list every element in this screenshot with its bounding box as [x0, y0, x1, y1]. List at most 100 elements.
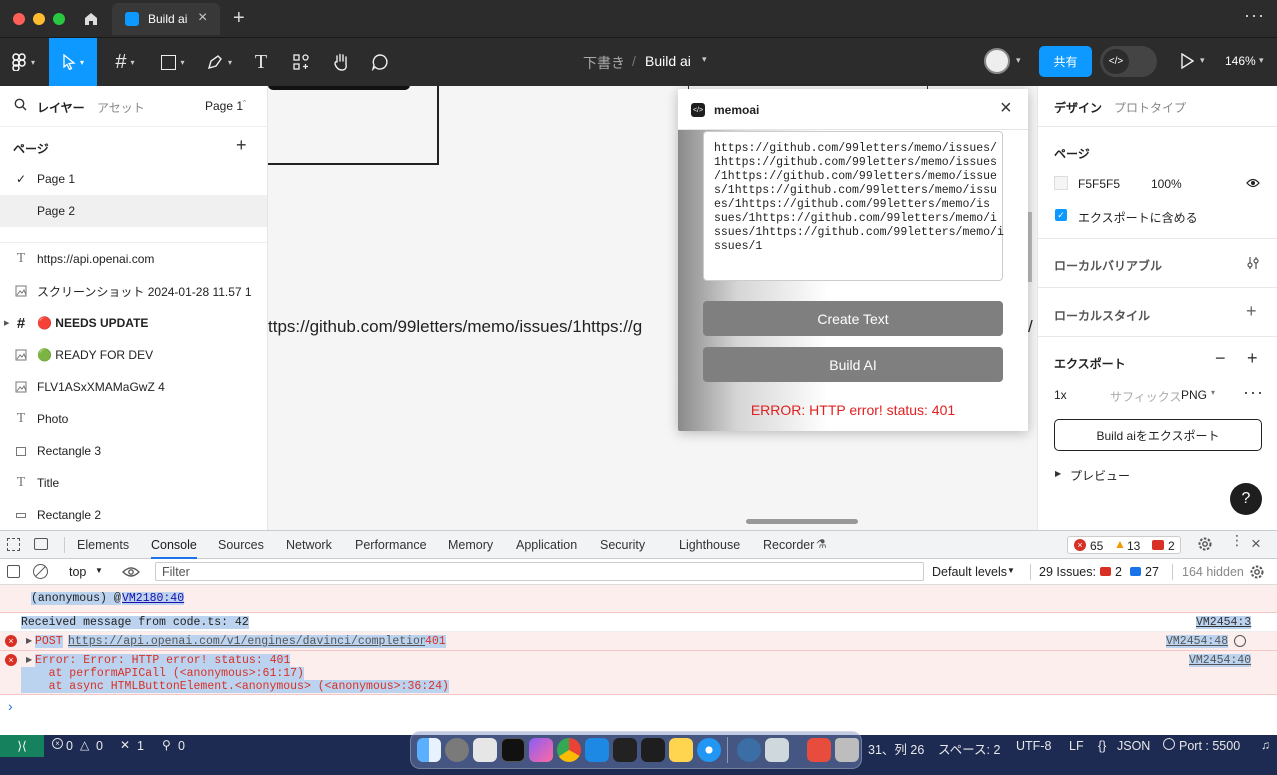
devtools-tab-security[interactable]: Security — [600, 531, 645, 559]
horizontal-scrollbar[interactable] — [746, 519, 858, 524]
expand-caret-icon[interactable]: ▶ — [26, 636, 32, 645]
local-variables-title[interactable]: ローカルバリアブル — [1054, 257, 1162, 274]
export-suffix-input[interactable]: サフィックス — [1110, 388, 1181, 405]
ports-count[interactable]: 0 — [178, 739, 185, 753]
layer-item[interactable]: T Title — [0, 467, 267, 499]
live-expression-eye-icon[interactable] — [122, 567, 140, 577]
page-opacity-value[interactable]: 100% — [1151, 177, 1182, 191]
new-tab-icon[interactable]: + — [233, 7, 245, 30]
line-ending[interactable]: LF — [1069, 739, 1084, 753]
sidebar-toggle-icon[interactable] — [7, 565, 20, 578]
devtools-tab-lighthouse[interactable]: Lighthouse — [679, 531, 740, 559]
minimize-window-button[interactable] — [33, 13, 45, 25]
tab-design[interactable]: デザイン — [1054, 99, 1102, 116]
settings-icon[interactable] — [1197, 536, 1213, 552]
zoom-level[interactable]: 146% — [1225, 54, 1256, 68]
tools-count[interactable]: 1 — [137, 739, 144, 753]
include-export-checkbox[interactable]: ✓ — [1055, 209, 1067, 221]
devtools-tab-sources[interactable]: Sources — [218, 531, 264, 559]
file-name[interactable]: Build ai — [645, 53, 691, 69]
page-item-page-2[interactable]: Page 2 — [0, 195, 267, 227]
terminal-icon[interactable] — [501, 738, 525, 762]
build-ai-button[interactable]: Build AI — [703, 347, 1003, 382]
url-textarea[interactable]: https://github.com/99letters/memo/issues… — [703, 131, 1004, 281]
search-icon[interactable] — [14, 98, 27, 111]
close-tab-icon[interactable]: × — [198, 9, 207, 27]
source-link[interactable]: VM2454:3 — [1196, 616, 1252, 629]
page-selector[interactable]: Page 1 — [205, 99, 243, 113]
layer-item[interactable]: Rectangle 3 — [0, 435, 267, 467]
share-button[interactable]: 共有 — [1039, 46, 1092, 77]
indentation[interactable]: スペース: 2 — [938, 739, 1000, 758]
chevron-down-icon[interactable]: ▼ — [1007, 566, 1015, 575]
export-format[interactable]: PNG — [1181, 388, 1207, 402]
devtools-tab-performance[interactable]: Performance — [355, 531, 427, 559]
app-icon[interactable] — [613, 738, 637, 762]
layer-item[interactable]: ▶ # 🔴 NEEDS UPDATE — [0, 307, 267, 339]
devtools-tab-console[interactable]: Console — [151, 531, 197, 559]
preview-caret-icon[interactable]: ▶ — [1055, 469, 1061, 478]
clear-console-icon[interactable] — [33, 564, 48, 579]
close-devtools-icon[interactable]: × — [1251, 534, 1261, 554]
preview-toggle[interactable]: プレビュー — [1070, 467, 1130, 484]
chrome-icon[interactable] — [557, 738, 581, 762]
problems-warnings[interactable]: 0 — [96, 739, 103, 753]
app-icon[interactable] — [529, 738, 553, 762]
figma-icon[interactable] — [641, 738, 665, 762]
expand-caret-icon[interactable]: ▶ — [4, 319, 9, 327]
page-color-value[interactable]: F5F5F5 — [1078, 177, 1120, 191]
close-icon[interactable]: × — [1000, 97, 1012, 120]
tab-prototype[interactable]: プロトタイプ — [1114, 99, 1186, 116]
app-icon[interactable] — [807, 738, 831, 762]
devtools-tab-elements[interactable]: Elements — [77, 531, 129, 559]
console-filter-input[interactable]: Filter — [155, 562, 924, 581]
breadcrumb-draft[interactable]: 下書き — [583, 53, 625, 73]
layer-item[interactable]: 🟢 READY FOR DEV — [0, 339, 267, 371]
frame-tool-button[interactable]: # ▾ — [107, 38, 143, 86]
export-more-icon[interactable]: ··· — [1243, 382, 1264, 403]
request-url-link[interactable]: https://api.openai.com/v1/engines/davinc… — [68, 635, 434, 648]
language-mode[interactable]: JSON — [1117, 739, 1150, 753]
export-button[interactable]: Build aiをエクスポート — [1054, 419, 1262, 451]
help-button[interactable]: ? — [1230, 483, 1262, 515]
canvas-frame[interactable] — [268, 86, 439, 165]
devtools-tab-network[interactable]: Network — [286, 531, 332, 559]
canvas-scrollbar[interactable] — [1028, 212, 1032, 282]
source-link[interactable]: VM2180:40 — [122, 592, 185, 605]
expand-caret-icon[interactable]: ▶ — [26, 655, 32, 664]
inspect-element-icon[interactable] — [7, 538, 20, 551]
add-page-icon[interactable]: + — [236, 135, 247, 156]
log-levels-dropdown[interactable]: Default levels — [932, 565, 1007, 579]
chevron-down-icon[interactable]: ▾ — [702, 54, 707, 65]
trash-icon[interactable] — [835, 738, 859, 762]
variables-icon[interactable] — [1246, 256, 1260, 270]
devtools-tab-memory[interactable]: Memory — [448, 531, 493, 559]
layer-item[interactable]: Rectangle 2 — [0, 499, 267, 530]
device-toolbar-icon[interactable] — [34, 538, 48, 550]
hand-tool-button[interactable] — [328, 38, 354, 86]
main-menu-button[interactable]: ▾ — [0, 38, 46, 86]
shape-tool-button[interactable]: ▾ — [154, 38, 192, 86]
home-icon[interactable] — [82, 10, 100, 28]
issue-counter[interactable]: × 65 ▲ 13 2 — [1067, 536, 1181, 554]
devtools-tab-recorder[interactable]: Recorder — [763, 531, 814, 559]
kebab-menu-icon[interactable]: ⋮ — [1230, 533, 1244, 547]
page-item-page-1[interactable]: ✓ Page 1 — [0, 163, 267, 195]
pen-tool-button[interactable]: ▾ — [200, 38, 238, 86]
text-tool-button[interactable]: T — [248, 38, 274, 86]
present-button[interactable] — [1180, 53, 1194, 69]
notes-icon[interactable] — [669, 738, 693, 762]
create-text-button[interactable]: Create Text — [703, 301, 1003, 336]
export-scale[interactable]: 1x — [1054, 388, 1067, 402]
vscode-icon[interactable] — [585, 738, 609, 762]
cursor-position[interactable]: 31、列 26 — [868, 739, 924, 758]
chevron-down-icon[interactable]: ▾ — [1200, 55, 1205, 66]
layer-item[interactable]: FLV1ASxXMAMaGwZ 4 — [0, 371, 267, 403]
canvas-url-text-right[interactable]: / — [1028, 317, 1033, 337]
tab-build-ai[interactable]: Build ai × — [112, 3, 220, 35]
eye-icon[interactable] — [1246, 178, 1260, 188]
add-export-icon[interactable]: + — [1247, 348, 1258, 369]
source-link[interactable]: VM2454:48 — [1166, 635, 1229, 648]
chevron-up-icon[interactable]: ˆ — [243, 99, 246, 109]
layer-item[interactable]: スクリーンショット 2024-01-28 11.57 1 — [0, 275, 267, 307]
